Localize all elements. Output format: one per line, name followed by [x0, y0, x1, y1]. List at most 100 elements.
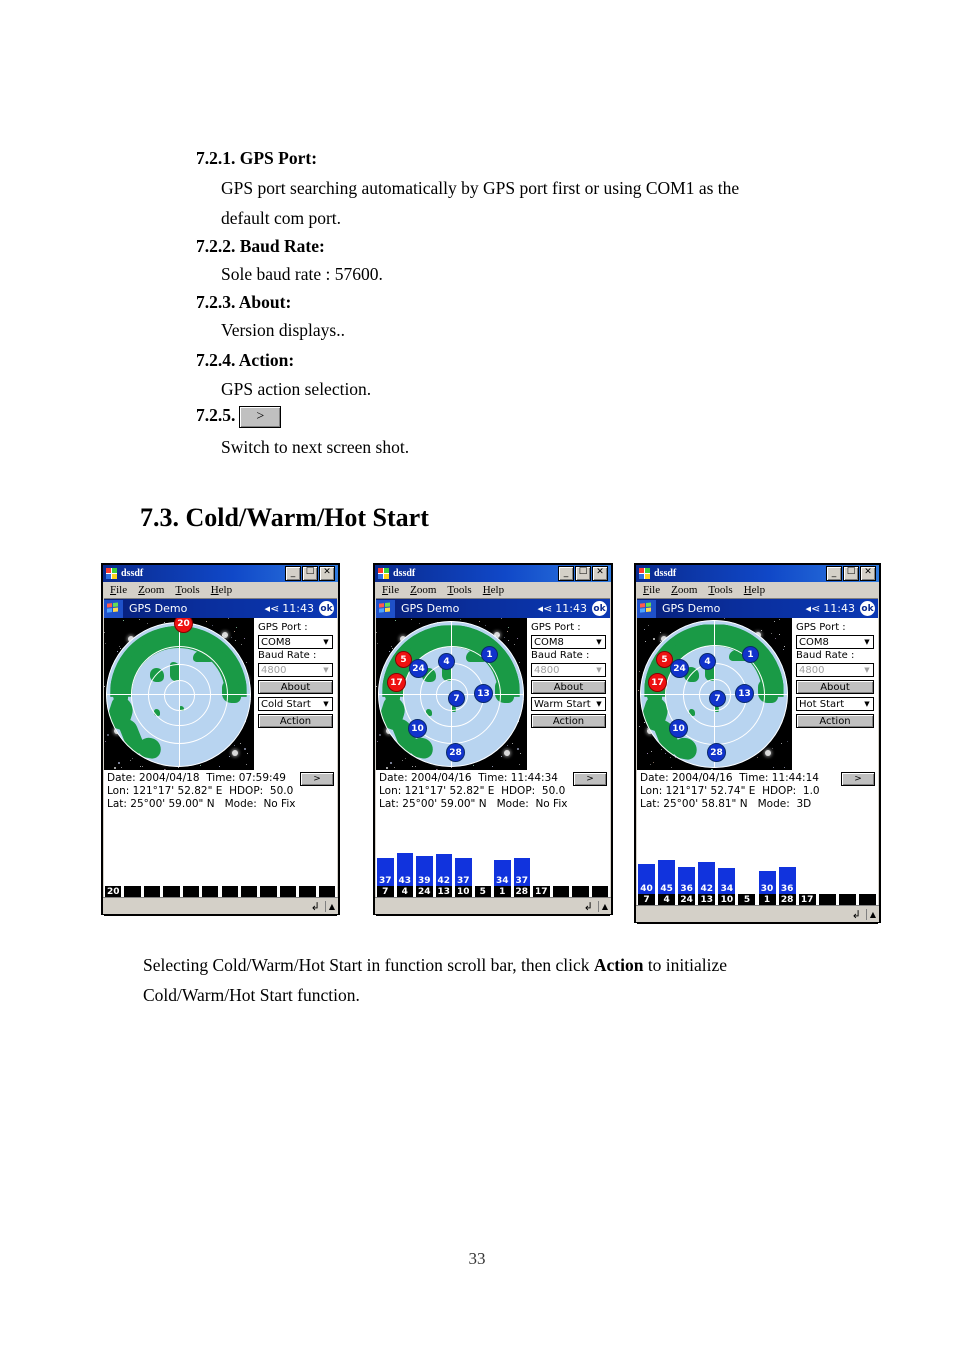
maximize-button[interactable]: □: [575, 566, 591, 581]
minimize-button[interactable]: _: [285, 566, 301, 581]
ok-button[interactable]: ok: [860, 601, 875, 616]
section-7-2-2: 7.2.2. Baud Rate:: [196, 236, 325, 257]
clock-label[interactable]: 11:43: [282, 602, 314, 615]
chevron-down-icon: ▼: [596, 700, 602, 708]
windows-flag-icon[interactable]: [104, 599, 123, 618]
menu-item-file[interactable]: File: [110, 584, 127, 596]
section-7-2-4: 7.2.4. Action:: [196, 350, 294, 371]
menu-item-zoom[interactable]: Zoom: [410, 584, 436, 596]
baud-rate-select[interactable]: 4800 ▼: [531, 663, 606, 677]
close-button[interactable]: ✕: [319, 566, 335, 581]
windows-flag-icon[interactable]: [376, 599, 395, 618]
sky-view[interactable]: 5 24 17 4 1 7 13 10 28: [637, 618, 792, 770]
action-button[interactable]: Action: [796, 714, 874, 728]
menu-item-tools[interactable]: Tools: [708, 584, 732, 596]
readout-date-time: Date: 2004/04/16 Time: 11:44:14: [640, 772, 875, 785]
soft-keyboard-icon[interactable]: ↲: [852, 908, 861, 921]
satellite-marker[interactable]: 1: [481, 646, 498, 663]
gps-readout: Date: 2004/04/18 Time: 07:59:49 Lon: 121…: [104, 770, 337, 818]
readout-lon-hdop: Lon: 121°17' 52.82" E HDOP: 50.0: [379, 785, 607, 798]
minimize-button[interactable]: _: [558, 566, 574, 581]
next-screen-button[interactable]: >: [300, 772, 334, 786]
action-button[interactable]: Action: [531, 714, 606, 728]
prn-label: [318, 886, 335, 897]
maximize-button[interactable]: □: [302, 566, 318, 581]
satellite-marker[interactable]: 7: [709, 690, 726, 707]
section-7-2-5-line1: Switch to next screen shot.: [221, 437, 410, 457]
menu-item-help[interactable]: Help: [483, 584, 504, 596]
speaker-icon[interactable]: ◂⋖: [538, 602, 553, 615]
soft-keyboard-icon[interactable]: ↲: [311, 900, 320, 913]
satellite-marker[interactable]: 4: [699, 653, 716, 670]
start-mode-select[interactable]: Hot Start ▼: [796, 697, 874, 711]
readout-lon-hdop: Lon: 121°17' 52.74" E HDOP: 1.0: [640, 785, 875, 798]
speaker-icon[interactable]: ◂⋖: [806, 602, 821, 615]
satellite-marker[interactable]: 13: [735, 684, 754, 703]
start-mode-select[interactable]: Warm Start ▼: [531, 697, 606, 711]
menu-item-file[interactable]: File: [382, 584, 399, 596]
snr-bar: 30: [758, 871, 776, 894]
satellite-marker[interactable]: 28: [446, 743, 465, 762]
gps-port-select[interactable]: COM8 ▼: [796, 635, 874, 649]
satellite-marker[interactable]: 28: [707, 743, 726, 762]
maximize-button[interactable]: □: [843, 566, 859, 581]
ok-button[interactable]: ok: [319, 601, 334, 616]
action-button[interactable]: Action: [258, 714, 333, 728]
panel-warm-start-window: dssdf _ □ ✕ File Zoom Tools Help GPS Demo ◂…: [373, 563, 613, 916]
menu-item-tools[interactable]: Tools: [175, 584, 199, 596]
chevron-up-icon[interactable]: ▲: [602, 902, 608, 911]
gps-port-select[interactable]: COM8 ▼: [531, 635, 606, 649]
chevron-up-icon[interactable]: ▲: [870, 910, 876, 919]
window-title-bar[interactable]: dssdf _ □ ✕: [375, 565, 611, 582]
window-title-bar[interactable]: dssdf _ □ ✕: [103, 565, 338, 582]
pda-content: 5 24 17 4 1 7 13 10 28 GPS Port : COM8 ▼ Baud Ra…: [637, 618, 878, 770]
satellite-marker[interactable]: 24: [670, 659, 689, 678]
satellite-marker[interactable]: 13: [474, 684, 493, 703]
minimize-button[interactable]: _: [826, 566, 842, 581]
menu-item-help[interactable]: Help: [211, 584, 232, 596]
sky-view[interactable]: 5 24 17 4 1 7 13 10 28: [376, 618, 527, 770]
speaker-icon[interactable]: ◂⋖: [265, 602, 280, 615]
satellite-marker[interactable]: 7: [448, 690, 465, 707]
menu-item-file[interactable]: File: [643, 584, 660, 596]
prn-label: 10: [718, 894, 736, 905]
close-button[interactable]: ✕: [592, 566, 608, 581]
clock-label[interactable]: 11:43: [555, 602, 587, 615]
gps-port-select[interactable]: COM8 ▼: [258, 635, 333, 649]
menu-item-zoom[interactable]: Zoom: [138, 584, 164, 596]
prn-label: 10: [455, 886, 472, 897]
next-screen-button[interactable]: >: [841, 772, 875, 786]
satellite-marker[interactable]: 10: [669, 719, 688, 738]
snr-bar: 37: [455, 858, 472, 886]
about-button[interactable]: About: [796, 680, 874, 694]
satellite-marker[interactable]: 24: [409, 659, 428, 678]
satellite-marker[interactable]: 17: [387, 673, 406, 692]
close-button[interactable]: ✕: [860, 566, 876, 581]
satellite-marker[interactable]: 10: [408, 719, 427, 738]
satellite-marker[interactable]: 17: [648, 673, 667, 692]
lat-label: Lat:: [107, 798, 127, 810]
chevron-up-icon[interactable]: ▲: [329, 902, 335, 911]
menu-item-zoom[interactable]: Zoom: [671, 584, 697, 596]
baud-rate-select[interactable]: 4800 ▼: [258, 663, 333, 677]
sky-view[interactable]: 20: [104, 618, 254, 770]
menu-item-help[interactable]: Help: [744, 584, 765, 596]
windows-flag-icon[interactable]: [637, 599, 656, 618]
snr-bar: 34: [718, 868, 736, 894]
satellite-marker[interactable]: 4: [438, 653, 455, 670]
start-mode-select[interactable]: Cold Start ▼: [258, 697, 333, 711]
satellite-marker[interactable]: 1: [742, 646, 759, 663]
about-button[interactable]: About: [531, 680, 606, 694]
prn-label: [163, 886, 180, 897]
window-title-bar[interactable]: dssdf _ □ ✕: [636, 565, 879, 582]
soft-keyboard-icon[interactable]: ↲: [584, 900, 593, 913]
ok-button[interactable]: ok: [592, 601, 607, 616]
readout-lat-mode: Lat: 25°00' 59.00" N Mode: No Fix: [379, 798, 607, 811]
menu-item-tools[interactable]: Tools: [447, 584, 471, 596]
mode-value: No Fix: [535, 798, 568, 810]
clock-label[interactable]: 11:43: [823, 602, 855, 615]
next-screen-button[interactable]: >: [573, 772, 607, 786]
next-screen-button-illustration[interactable]: >: [239, 406, 282, 429]
baud-rate-select[interactable]: 4800 ▼: [796, 663, 874, 677]
about-button[interactable]: About: [258, 680, 333, 694]
